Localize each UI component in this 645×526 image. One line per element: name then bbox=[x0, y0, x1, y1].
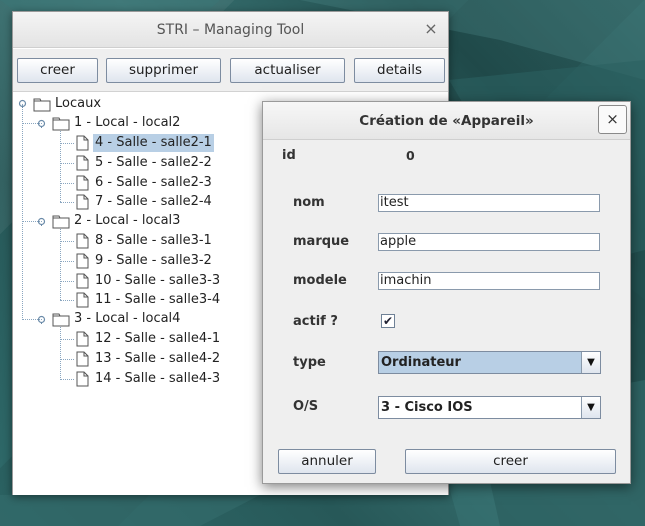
dialog-title: Création de «Appareil» bbox=[359, 113, 534, 129]
annuler-button[interactable]: annuler bbox=[278, 449, 376, 474]
tree-connector bbox=[60, 241, 74, 242]
window-title: STRI – Managing Tool bbox=[156, 22, 305, 38]
folder-icon bbox=[52, 117, 70, 131]
tree-group-label: 2 - Local - local3 bbox=[74, 213, 181, 228]
file-icon bbox=[76, 175, 89, 191]
folder-icon bbox=[52, 313, 70, 327]
modele-field[interactable]: imachin bbox=[378, 272, 600, 290]
chevron-down-icon[interactable]: ▼ bbox=[581, 397, 600, 418]
tree-connector bbox=[60, 339, 74, 340]
folder-icon bbox=[33, 98, 51, 112]
tree-toggle-icon[interactable] bbox=[37, 119, 46, 128]
tree-group-label: 3 - Local - local4 bbox=[74, 311, 181, 326]
marque-label: marque bbox=[293, 234, 350, 249]
tree-connector bbox=[60, 300, 74, 301]
id-value: 0 bbox=[406, 148, 415, 163]
tree-root-label: Locaux bbox=[55, 96, 102, 111]
tree-toggle-icon[interactable] bbox=[37, 315, 46, 324]
tree-item-label: 10 - Salle - salle3-3 bbox=[95, 273, 221, 288]
tree-connector bbox=[60, 379, 74, 380]
marque-field[interactable]: apple bbox=[378, 233, 600, 251]
close-icon[interactable]: × bbox=[417, 12, 445, 48]
creer-button[interactable]: creer bbox=[17, 58, 98, 83]
tree-connector bbox=[60, 281, 74, 282]
type-select-value: Ordinateur bbox=[381, 355, 461, 370]
type-select[interactable]: Ordinateur ▼ bbox=[378, 351, 601, 374]
file-icon bbox=[76, 371, 89, 387]
tree-connector bbox=[60, 320, 61, 380]
actualiser-button[interactable]: actualiser bbox=[230, 58, 345, 83]
tree-toggle-icon[interactable] bbox=[37, 217, 46, 226]
toolbar: creer supprimer actualiser details bbox=[13, 49, 448, 92]
tree-item-label: 13 - Salle - salle4-2 bbox=[95, 351, 221, 366]
file-icon bbox=[76, 135, 89, 151]
tree-toggle-icon[interactable] bbox=[18, 99, 27, 108]
file-icon bbox=[76, 194, 89, 210]
file-icon bbox=[76, 331, 89, 347]
main-titlebar[interactable]: STRI – Managing Tool × bbox=[13, 12, 448, 48]
creer-dialog-button[interactable]: creer bbox=[405, 449, 616, 474]
tree-connector bbox=[60, 143, 74, 144]
tree-group-label: 1 - Local - local2 bbox=[74, 115, 181, 130]
modele-label: modele bbox=[293, 273, 347, 288]
nom-label: nom bbox=[293, 195, 325, 210]
dialog-titlebar[interactable]: Création de «Appareil» × bbox=[263, 102, 630, 140]
file-icon bbox=[76, 292, 89, 308]
tree-item-label: 7 - Salle - salle2-4 bbox=[95, 194, 212, 209]
file-icon bbox=[76, 233, 89, 249]
tree-connector bbox=[60, 163, 74, 164]
details-button[interactable]: details bbox=[354, 58, 445, 83]
actif-label: actif ? bbox=[293, 314, 338, 329]
tree-item-label: 4 - Salle - salle2-1 bbox=[93, 134, 214, 152]
folder-icon bbox=[52, 215, 70, 229]
tree-item-label: 8 - Salle - salle3-1 bbox=[95, 233, 212, 248]
os-select[interactable]: 3 - Cisco IOS ▼ bbox=[378, 396, 601, 419]
os-select-value: 3 - Cisco IOS bbox=[381, 400, 473, 415]
tree-connector bbox=[60, 359, 74, 360]
os-label: O/S bbox=[293, 399, 319, 414]
supprimer-button[interactable]: supprimer bbox=[106, 58, 221, 83]
file-icon bbox=[76, 253, 89, 269]
chevron-down-icon[interactable]: ▼ bbox=[581, 352, 600, 373]
file-icon bbox=[76, 273, 89, 289]
tree-connector bbox=[22, 104, 23, 320]
file-icon bbox=[76, 155, 89, 171]
tree-connector bbox=[60, 261, 74, 262]
tree-item-label: 11 - Salle - salle3-4 bbox=[95, 292, 221, 307]
tree-item-label: 12 - Salle - salle4-1 bbox=[95, 331, 221, 346]
tree-connector bbox=[60, 183, 74, 184]
creation-dialog: Création de «Appareil» × id 0 nom itest … bbox=[262, 101, 631, 484]
actif-checkbox[interactable]: ✔ bbox=[381, 314, 395, 328]
tree-item-label: 5 - Salle - salle2-2 bbox=[95, 155, 212, 170]
tree-item-label: 9 - Salle - salle3-2 bbox=[95, 253, 212, 268]
nom-field[interactable]: itest bbox=[378, 194, 600, 212]
tree-connector bbox=[60, 202, 74, 203]
tree-item-label: 6 - Salle - salle2-3 bbox=[95, 175, 212, 190]
tree-item-label: 14 - Salle - salle4-3 bbox=[95, 371, 221, 386]
id-label: id bbox=[282, 148, 296, 163]
type-label: type bbox=[293, 355, 326, 370]
close-icon[interactable]: × bbox=[598, 105, 627, 134]
file-icon bbox=[76, 351, 89, 367]
